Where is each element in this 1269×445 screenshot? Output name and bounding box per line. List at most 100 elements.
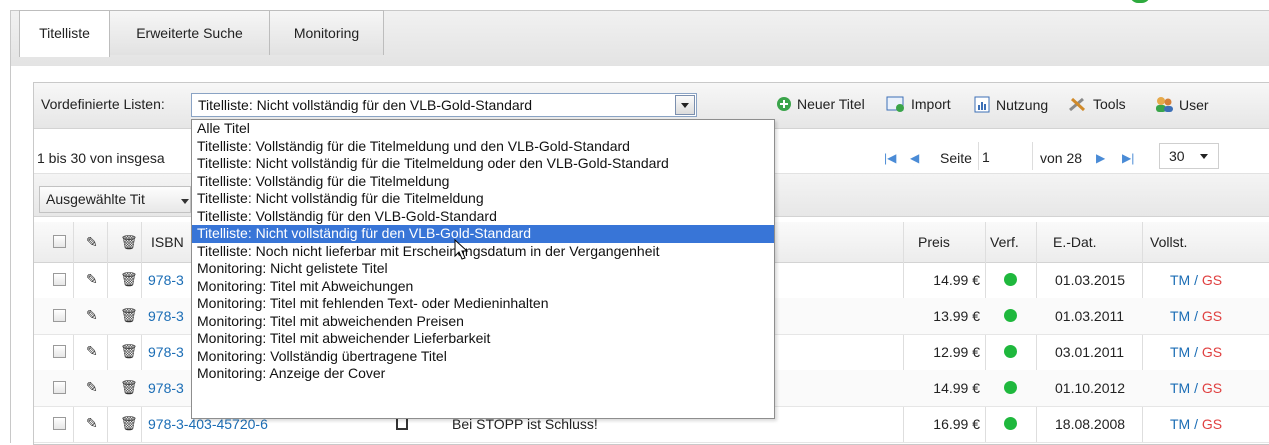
gs-link[interactable]: GS: [1202, 272, 1222, 288]
usage-button[interactable]: Nutzung: [974, 96, 1048, 113]
tm-link[interactable]: TM: [1170, 380, 1190, 396]
publication-date: 01.10.2012: [1055, 380, 1126, 396]
dropdown-option[interactable]: Titelliste: Noch nicht lieferbar mit Ers…: [192, 243, 774, 261]
col-verf[interactable]: Verf.: [990, 234, 1019, 250]
page-number-value: 1: [982, 149, 990, 165]
page-number-input[interactable]: 1: [978, 142, 1033, 170]
dropdown-option[interactable]: Monitoring: Vollständig übertragene Tite…: [192, 348, 774, 366]
tm-link[interactable]: TM: [1170, 416, 1190, 432]
predefined-lists-combo[interactable]: Titelliste: Nicht vollständig für den VL…: [191, 93, 697, 117]
dropdown-option[interactable]: Titelliste: Nicht vollständig für die Ti…: [192, 190, 774, 208]
plus-circle-icon: [777, 97, 791, 111]
price-value: 14.99 €: [933, 272, 980, 288]
tm-link[interactable]: TM: [1170, 308, 1190, 324]
dropdown-option[interactable]: Monitoring: Titel mit fehlenden Text- od…: [192, 295, 774, 313]
gs-link[interactable]: GS: [1202, 308, 1222, 324]
trash-header-icon: 🗑: [120, 234, 138, 250]
tm-link[interactable]: TM: [1170, 344, 1190, 360]
edit-icon[interactable]: ✎: [86, 343, 98, 360]
separator: /: [1190, 272, 1202, 288]
paging-info: 1 bis 30 von insgesa: [37, 150, 165, 166]
dropdown-option[interactable]: Monitoring: Titel mit abweichenden Preis…: [192, 313, 774, 331]
prev-page-icon[interactable]: ◀: [910, 151, 919, 165]
isbn-link[interactable]: 978-3: [148, 344, 184, 360]
delete-icon[interactable]: 🗑: [120, 415, 138, 432]
dropdown-option[interactable]: Titelliste: Vollständig für die Titelmel…: [192, 138, 774, 156]
delete-icon[interactable]: 🗑: [120, 307, 138, 324]
edit-icon[interactable]: ✎: [86, 271, 98, 288]
price-value: 16.99 €: [933, 416, 980, 432]
selected-titles-menu[interactable]: Ausgewählte Tit: [39, 186, 191, 213]
delete-icon[interactable]: 🗑: [120, 271, 138, 288]
availability-status-icon: [1004, 345, 1017, 358]
tab-erweiterte-suche[interactable]: Erweiterte Suche: [109, 10, 270, 55]
tm-link[interactable]: TM: [1170, 272, 1190, 288]
edit-icon[interactable]: ✎: [86, 415, 98, 432]
gs-link[interactable]: GS: [1202, 344, 1222, 360]
dropdown-option[interactable]: Monitoring: Nicht gelistete Titel: [192, 260, 774, 278]
chevron-down-icon: [1200, 154, 1208, 159]
gs-link[interactable]: GS: [1202, 380, 1222, 396]
completeness-links: TM / GS: [1170, 344, 1222, 360]
isbn-link[interactable]: 978-3: [148, 380, 184, 396]
dropdown-option[interactable]: Monitoring: Titel mit abweichender Liefe…: [192, 330, 774, 348]
tools-icon: [1069, 97, 1086, 112]
separator: /: [1190, 416, 1202, 432]
last-page-icon[interactable]: ▶|: [1122, 151, 1134, 165]
col-vollst[interactable]: Vollst.: [1150, 234, 1187, 250]
price-value: 13.99 €: [933, 308, 980, 324]
publication-date: 18.08.2008: [1055, 416, 1126, 432]
gs-link[interactable]: GS: [1202, 416, 1222, 432]
isbn-link[interactable]: 978-3: [148, 272, 184, 288]
completeness-links: TM / GS: [1170, 380, 1222, 396]
tab-titelliste[interactable]: Titelliste: [19, 10, 110, 57]
next-page-icon[interactable]: ▶: [1096, 151, 1105, 165]
completeness-links: TM / GS: [1170, 272, 1222, 288]
mouse-cursor-icon: [454, 239, 469, 260]
completeness-links: TM / GS: [1170, 416, 1222, 432]
first-page-icon[interactable]: |◀: [884, 151, 896, 165]
dropdown-option[interactable]: Alle Titel: [192, 120, 774, 138]
delete-icon[interactable]: 🗑: [120, 379, 138, 396]
chevron-down-icon[interactable]: [675, 95, 695, 115]
row-checkbox[interactable]: [53, 381, 66, 394]
edit-icon[interactable]: ✎: [86, 307, 98, 324]
availability-status-icon: [1004, 417, 1017, 430]
page-size-select[interactable]: 30: [1159, 143, 1219, 169]
new-title-button[interactable]: Neuer Titel: [776, 96, 865, 112]
row-checkbox[interactable]: [53, 417, 66, 430]
page-size-value: 30: [1169, 148, 1185, 164]
dropdown-option[interactable]: Titelliste: Vollständig für den VLB-Gold…: [192, 208, 774, 226]
dropdown-option[interactable]: Monitoring: Titel mit Abweichungen: [192, 278, 774, 296]
dropdown-option[interactable]: Titelliste: Vollständig für die Titelmel…: [192, 173, 774, 191]
page-of-label: von 28: [1040, 150, 1083, 166]
tools-button[interactable]: Tools: [1068, 96, 1126, 112]
chart-icon: [974, 96, 990, 113]
separator: /: [1190, 380, 1202, 396]
predefined-lists-dropdown: Alle Titel Titelliste: Vollständig für di…: [191, 119, 775, 419]
separator: /: [1190, 308, 1202, 324]
select-all-checkbox[interactable]: [53, 235, 66, 248]
row-checkbox[interactable]: [53, 309, 66, 322]
user-button[interactable]: User: [1154, 96, 1209, 113]
dropdown-option[interactable]: Titelliste: Nicht vollständig für die Ti…: [192, 155, 774, 173]
col-preis[interactable]: Preis: [918, 234, 950, 250]
delete-icon[interactable]: 🗑: [120, 343, 138, 360]
import-button[interactable]: Import: [886, 96, 951, 112]
publication-date: 03.01.2011: [1055, 344, 1125, 360]
predefined-lists-value: Titelliste: Nicht vollständig für den VL…: [198, 97, 533, 113]
edit-icon[interactable]: ✎: [86, 379, 98, 396]
row-checkbox[interactable]: [53, 273, 66, 286]
dropdown-option[interactable]: Monitoring: Anzeige der Cover: [192, 365, 774, 383]
publication-date: 01.03.2011: [1055, 308, 1125, 324]
availability-status-icon: [1004, 381, 1017, 394]
separator: /: [1190, 344, 1202, 360]
dropdown-option[interactable]: Titelliste: Nicht vollständig für den VL…: [192, 225, 774, 243]
tab-monitoring[interactable]: Monitoring: [269, 10, 384, 55]
row-checkbox[interactable]: [53, 345, 66, 358]
col-isbn[interactable]: ISBN: [151, 234, 184, 250]
completeness-links: TM / GS: [1170, 308, 1222, 324]
isbn-link[interactable]: 978-3: [148, 308, 184, 324]
col-edat[interactable]: E.-Dat.: [1053, 234, 1097, 250]
price-value: 14.99 €: [933, 380, 980, 396]
